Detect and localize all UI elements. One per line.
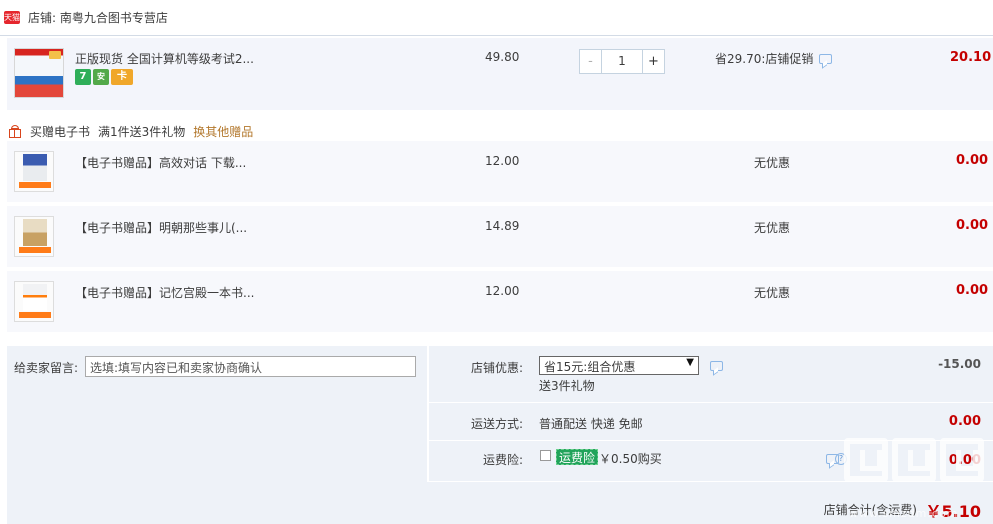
decrease-quantity-button[interactable]: -	[580, 50, 602, 73]
product-title-link[interactable]: 正版现货 全国计算机等级考试2...	[75, 50, 265, 67]
watermark-logo	[844, 438, 984, 482]
gift-title-link[interactable]: 【电子书赠品】高效对话 下载...	[75, 154, 255, 171]
watermark-square	[940, 438, 984, 482]
shipping-method[interactable]: 普通配送 快递 免邮	[539, 415, 643, 432]
chat-icon[interactable]	[710, 361, 723, 371]
ebook-thumbnail[interactable]	[14, 216, 54, 257]
gift-item-row: 【电子书赠品】明朝那些事儿(... 14.89 无优惠 0.00	[7, 206, 993, 267]
tmall-badge-icon: 天猫	[4, 11, 20, 24]
seller-message-input[interactable]: 选填:填写内容已和卖家协商确认	[85, 356, 416, 377]
watermark-square	[892, 438, 936, 482]
promotion-text: 省29.70:店铺促销	[715, 52, 814, 66]
watermark-square	[844, 438, 888, 482]
gift-title-link[interactable]: 【电子书赠品】记忆宫殿一本书...	[75, 284, 255, 301]
card-icon: 卡	[111, 69, 133, 85]
shipping-row: 运送方式: 普通配送 快递 免邮 0.00	[429, 403, 993, 441]
quantity-stepper[interactable]: - 1 +	[579, 49, 665, 74]
shipping-amount: 0.00	[948, 414, 981, 429]
gift-price: 12.00	[485, 154, 520, 168]
ebook-thumbnail[interactable]	[14, 151, 54, 192]
gift-item-row: 【电子书赠品】记忆宫殿一本书... 12.00 无优惠 0.00	[7, 271, 993, 332]
quantity-input[interactable]: 1	[602, 50, 642, 73]
seller-message-label: 给卖家留言:	[14, 361, 79, 375]
gift-discount: 无优惠	[754, 221, 791, 235]
gift-item-row: 【电子书赠品】高效对话 下载... 12.00 无优惠 0.00	[7, 141, 993, 202]
store-total-bar: 店铺合计(含运费) ￥5.10	[7, 482, 993, 524]
gift-icon	[8, 124, 22, 138]
gift-discount: 无优惠	[754, 286, 791, 300]
shop-name[interactable]: 店铺: 南粤九合图书专营店	[28, 9, 168, 26]
gift-discount: 无优惠	[754, 156, 791, 170]
gift-label: 买赠电子书	[30, 124, 91, 139]
shop-discount-selected: 省15元:组合优惠	[544, 360, 636, 374]
insurance-badge: 运费险	[556, 449, 599, 465]
gift-subtotal: 0.00	[956, 153, 989, 168]
gift-note: 送3件礼物	[539, 379, 595, 393]
insurance-checkbox[interactable]	[540, 450, 551, 461]
service-icons: 7 安 卡	[75, 69, 133, 85]
promotion-info: 省29.70:店铺促销	[715, 50, 833, 67]
chat-icon[interactable]	[819, 53, 833, 64]
seller-message-panel: 给卖家留言: 选填:填写内容已和卖家协商确认	[7, 346, 427, 482]
gift-price: 14.89	[485, 219, 520, 233]
seven-day-return-icon: 7	[75, 69, 91, 85]
shipping-label: 运送方式:	[470, 417, 523, 431]
shop-discount-select[interactable]: 省15元:组合优惠 ▼	[539, 356, 699, 375]
watermark-url: www.smzdm.com	[849, 507, 959, 520]
shop-header: 天猫 店铺: 南粤九合图书专营店	[0, 0, 993, 36]
android-icon: 安	[93, 69, 109, 85]
increase-quantity-button[interactable]: +	[642, 50, 664, 73]
gift-bar: 买赠电子书 满1件送3件礼物 换其他赠品	[8, 121, 253, 141]
gift-condition: 满1件送3件礼物	[98, 124, 186, 139]
book-cover-thumbnail[interactable]	[14, 48, 64, 98]
shop-discount-row: 店铺优惠: 省15元:组合优惠 ▼ 送3件礼物 -15.00	[429, 346, 993, 403]
dropdown-arrow-icon: ▼	[686, 357, 694, 368]
unit-price: 49.80	[485, 50, 520, 64]
promo-badge-icon	[49, 51, 61, 59]
ebook-thumbnail[interactable]	[14, 281, 54, 322]
cart-item-row: 正版现货 全国计算机等级考试2... 7 安 卡 49.80 - 1 + 省29…	[7, 38, 993, 110]
gift-price: 12.00	[485, 284, 520, 298]
gift-subtotal: 0.00	[956, 218, 989, 233]
gift-title-link[interactable]: 【电子书赠品】明朝那些事儿(...	[75, 219, 255, 236]
item-subtotal: 20.10	[950, 50, 992, 65]
shop-discount-amount: -15.00	[938, 357, 981, 371]
insurance-label: 运费险:	[482, 453, 523, 467]
shop-discount-label: 店铺优惠:	[470, 361, 523, 375]
change-gift-link[interactable]: 换其他赠品	[193, 123, 253, 140]
gift-subtotal: 0.00	[956, 283, 989, 298]
insurance-price: ￥0.50购买	[599, 452, 662, 466]
